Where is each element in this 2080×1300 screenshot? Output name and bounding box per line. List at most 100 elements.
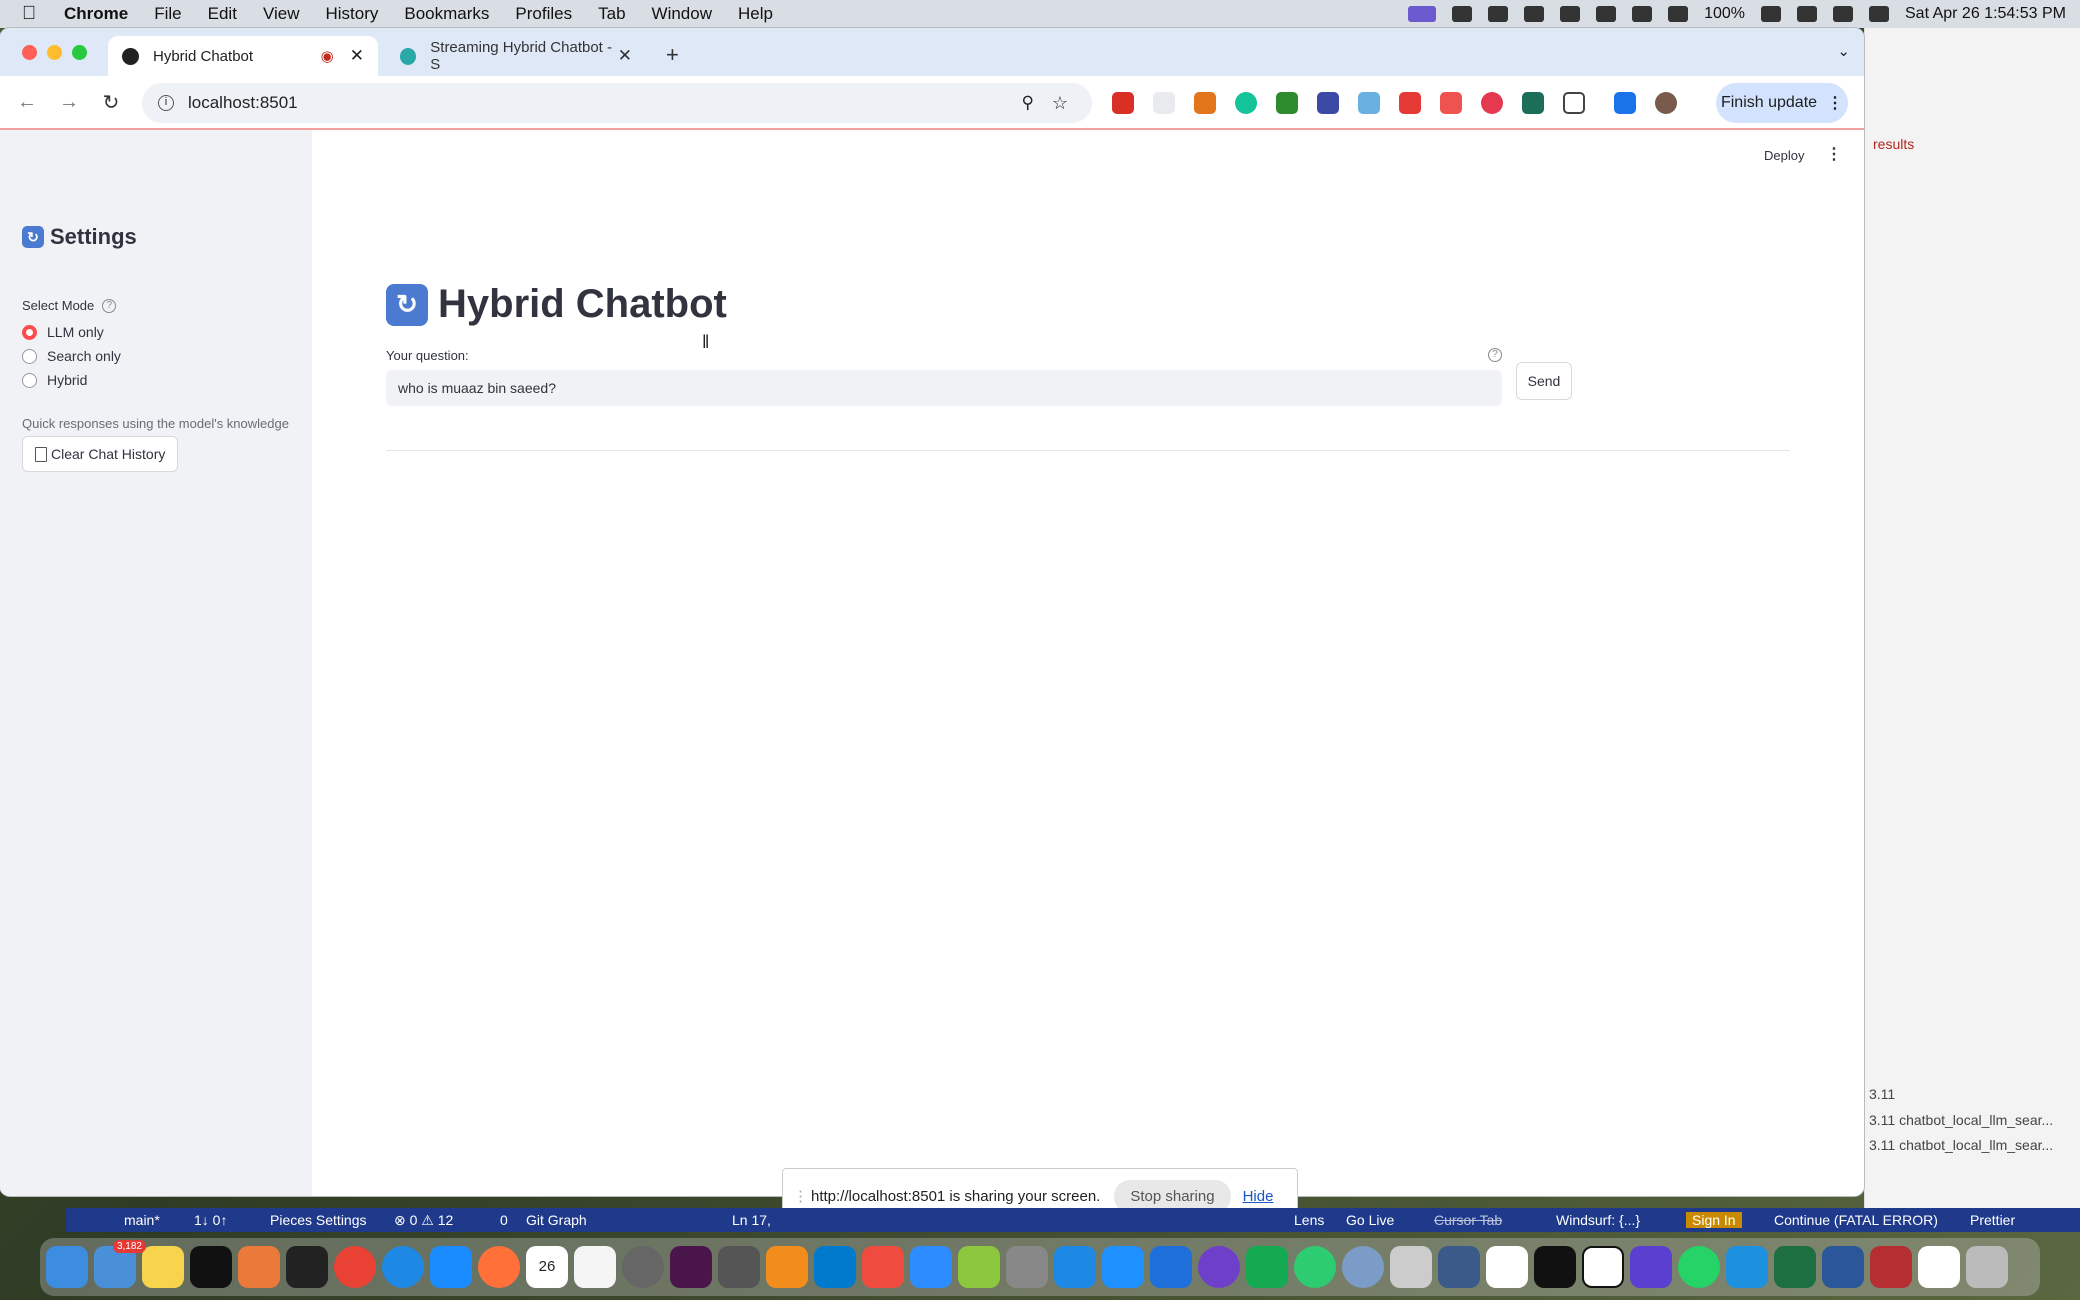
menu-extra-icon[interactable] (1452, 6, 1473, 22)
tab-hybrid-chatbot[interactable]: Hybrid Chatbot ◉ ✕ (108, 36, 378, 76)
url-text[interactable]: localhost:8501 (188, 93, 298, 113)
bluetooth-icon[interactable] (1560, 6, 1581, 22)
system-settings-icon[interactable] (622, 1246, 664, 1288)
close-tab-icon[interactable]: ✕ (618, 46, 632, 66)
deploy-button[interactable]: Deploy (1764, 148, 1804, 163)
firefox-icon[interactable] (478, 1246, 520, 1288)
downloads-icon[interactable] (1614, 92, 1636, 114)
menu-view[interactable]: View (263, 4, 300, 24)
extension-icon[interactable] (1522, 92, 1544, 114)
menu-profiles[interactable]: Profiles (515, 4, 572, 24)
windsurf-status[interactable]: Windsurf: {...} (1556, 1212, 1640, 1228)
extension-icon[interactable] (1481, 92, 1503, 114)
finish-update-button[interactable]: Finish update ⋮ (1716, 83, 1848, 123)
menu-app-name[interactable]: Chrome (64, 4, 128, 24)
activity-monitor-icon[interactable] (190, 1246, 232, 1288)
grammarly-extension-icon[interactable] (1235, 92, 1257, 114)
git-branch[interactable]: main* (124, 1212, 160, 1228)
clear-chat-history-button[interactable]: Clear Chat History (22, 436, 179, 472)
help-icon[interactable]: ? (102, 298, 117, 313)
question-help-icon[interactable]: ? (1488, 348, 1502, 362)
problems-count[interactable]: ⊗ 0 ⚠ 12 (394, 1212, 453, 1229)
extensions-puzzle-icon[interactable] (1563, 92, 1585, 114)
menu-bookmarks[interactable]: Bookmarks (404, 4, 489, 24)
close-window-button[interactable] (22, 45, 37, 60)
sublime-text-icon[interactable] (766, 1246, 808, 1288)
zoom-icon[interactable]: ⚲ (1022, 93, 1034, 113)
forward-icon[interactable]: → (48, 91, 90, 114)
app-icon[interactable] (958, 1246, 1000, 1288)
chrome-menu-icon[interactable]: ⋮ (1827, 93, 1843, 113)
wifi-icon[interactable] (1797, 6, 1817, 22)
hide-share-bar-link[interactable]: Hide (1243, 1188, 1274, 1205)
notion-menu-icon[interactable] (1524, 6, 1545, 22)
main-menu-icon[interactable]: ⋮ (1826, 144, 1842, 164)
mute-icon[interactable] (1632, 6, 1653, 22)
site-info-icon[interactable]: i (158, 95, 174, 111)
menu-help[interactable]: Help (738, 4, 773, 24)
notion-icon[interactable] (1582, 1246, 1624, 1288)
notes-icon[interactable] (142, 1246, 184, 1288)
extension-badge-icon[interactable] (1317, 92, 1339, 114)
tab-streaming-hybrid-chatbot[interactable]: Streaming Hybrid Chatbot - S ✕ (386, 36, 646, 76)
cursor-app-icon[interactable] (1534, 1246, 1576, 1288)
profile-avatar[interactable] (1655, 92, 1677, 114)
radio-search-only[interactable]: Search only (22, 348, 121, 364)
launchpad-icon[interactable] (238, 1246, 280, 1288)
safari-icon[interactable] (382, 1246, 424, 1288)
menu-edit[interactable]: Edit (208, 4, 237, 24)
close-tab-icon[interactable]: ✕ (350, 46, 364, 66)
extension-icon[interactable] (1440, 92, 1462, 114)
display-icon[interactable] (1668, 6, 1689, 22)
battery-icon[interactable] (1761, 6, 1781, 22)
cursor-tab[interactable]: Cursor Tab (1434, 1212, 1502, 1228)
github-desktop-icon[interactable] (1198, 1246, 1240, 1288)
question-input[interactable]: who is muaaz bin saeed? (386, 370, 1502, 406)
terminal-icon[interactable] (286, 1246, 328, 1288)
whatsapp-icon[interactable] (1678, 1246, 1720, 1288)
new-tab-icon[interactable]: + (666, 42, 679, 68)
battery-percent[interactable]: 100% (1704, 5, 1745, 23)
time-machine-icon[interactable] (1596, 6, 1617, 22)
address-bar[interactable]: i localhost:8501 ⚲ ☆ (142, 83, 1092, 123)
reload-icon[interactable]: ↻ (90, 90, 132, 115)
apple-icon[interactable]:  (22, 3, 42, 25)
app-store-icon[interactable] (430, 1246, 472, 1288)
menu-file[interactable]: File (154, 4, 181, 24)
docker-icon[interactable] (1726, 1246, 1768, 1288)
app-icon[interactable] (1150, 1246, 1192, 1288)
app-icon[interactable] (1102, 1246, 1144, 1288)
menu-tab[interactable]: Tab (598, 4, 625, 24)
mysql-workbench-icon[interactable] (1438, 1246, 1480, 1288)
metamask-extension-icon[interactable] (1194, 92, 1216, 114)
slack-icon[interactable] (670, 1246, 712, 1288)
zoom-icon[interactable] (910, 1246, 952, 1288)
radio-unselected-icon[interactable] (22, 348, 37, 364)
tab-search-chevron-icon[interactable]: ⌄ (1837, 42, 1850, 60)
terminal-entry[interactable]: 3.11 chatbot_local_llm_sear... (1869, 1112, 2053, 1128)
continue-status[interactable]: Continue (FATAL ERROR) (1774, 1212, 1938, 1228)
extension-icon[interactable] (1399, 92, 1421, 114)
prettier-status[interactable]: Prettier (1970, 1212, 2015, 1228)
menu-extra-icon[interactable] (1488, 6, 1509, 22)
go-live[interactable]: Go Live (1346, 1212, 1394, 1228)
radio-hybrid[interactable]: Hybrid (22, 372, 87, 388)
spotlight-search-icon[interactable] (1833, 6, 1853, 22)
minimize-window-button[interactable] (47, 45, 62, 60)
r-studio-icon[interactable] (1342, 1246, 1384, 1288)
adblock-extension-icon[interactable] (1112, 92, 1134, 114)
terminal-entry[interactable]: 3.11 chatbot_local_llm_sear... (1869, 1137, 2053, 1153)
drag-handle-icon[interactable]: ⋮ (793, 1187, 808, 1205)
dictionary-icon[interactable] (1870, 1246, 1912, 1288)
radio-selected-icon[interactable] (22, 324, 37, 340)
pieces-icon[interactable] (1486, 1246, 1528, 1288)
menu-clock[interactable]: Sat Apr 26 1:54:53 PM (1905, 5, 2066, 23)
app-icon[interactable] (1294, 1246, 1336, 1288)
menu-history[interactable]: History (325, 4, 378, 24)
mongodb-compass-icon[interactable] (1246, 1246, 1288, 1288)
sign-in[interactable]: Sign In (1686, 1212, 1742, 1228)
anydesk-icon[interactable] (862, 1246, 904, 1288)
preview-icon[interactable] (1918, 1246, 1960, 1288)
finder-icon[interactable] (46, 1246, 88, 1288)
mail-icon[interactable]: 3,182 (94, 1240, 146, 1288)
